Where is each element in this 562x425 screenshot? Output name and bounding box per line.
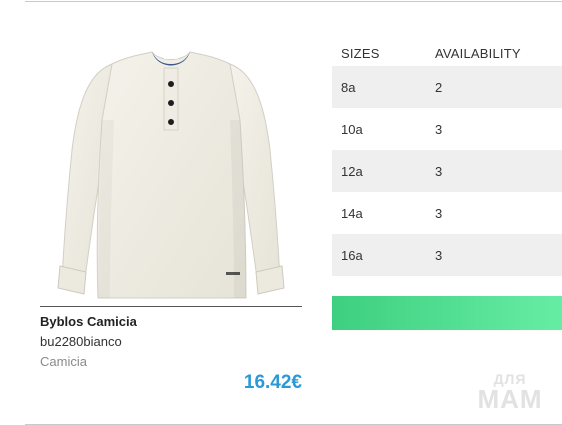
availability-cell: 3 (426, 150, 562, 192)
size-cell: 10a (332, 108, 426, 150)
size-cell: 14a (332, 192, 426, 234)
availability-cell: 2 (426, 66, 562, 108)
table-row: 8a 2 (332, 66, 562, 108)
size-cell: 16a (332, 234, 426, 276)
product-price: 16.42€ (243, 372, 302, 393)
top-divider (25, 1, 562, 2)
table-row: 12a 3 (332, 150, 562, 192)
product-category: Camicia (40, 354, 87, 369)
availability-table: SIZES AVAILABILITY 8a 2 10a 3 12a 3 14a … (332, 40, 562, 276)
availability-cell: 3 (426, 234, 562, 276)
table-row: 14a 3 (332, 192, 562, 234)
availability-header: AVAILABILITY (435, 45, 521, 61)
product-name[interactable]: Byblos Camicia (40, 314, 137, 329)
size-cell: 8a (332, 66, 426, 108)
watermark-logo: ДЛЯ МАМ (470, 372, 550, 412)
watermark-line-2: МАМ (477, 384, 543, 414)
table-header-row: SIZES AVAILABILITY (332, 40, 562, 66)
product-image[interactable] (40, 40, 302, 304)
sizes-header: SIZES (341, 45, 380, 61)
availability-cell: 3 (426, 108, 562, 150)
table-row: 10a 3 (332, 108, 562, 150)
size-cell: 12a (332, 150, 426, 192)
add-to-cart-button[interactable] (332, 296, 562, 330)
product-code: bu2280bianco (40, 334, 122, 349)
table-row: 16a 3 (332, 234, 562, 276)
shirt-illustration (57, 51, 285, 299)
availability-cell: 3 (426, 192, 562, 234)
image-divider (40, 306, 302, 307)
